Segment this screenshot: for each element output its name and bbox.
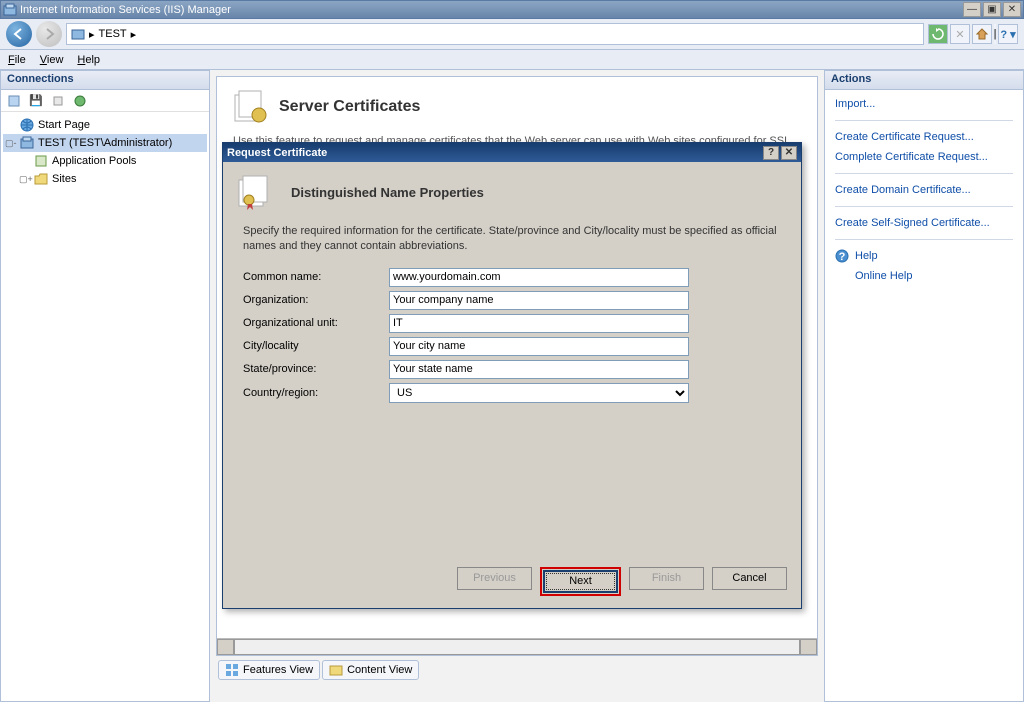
- features-view-icon: [225, 663, 239, 677]
- window-title: Internet Information Services (IIS) Mana…: [20, 4, 231, 16]
- horizontal-scrollbar[interactable]: [217, 638, 817, 655]
- divider: [835, 173, 1013, 174]
- tree-start-page[interactable]: Start Page: [3, 116, 207, 134]
- dialog-heading: Distinguished Name Properties: [291, 185, 484, 200]
- globe-icon: [19, 117, 35, 133]
- tree-label: Start Page: [38, 119, 90, 131]
- menu-view[interactable]: View: [40, 54, 64, 66]
- country-select[interactable]: US: [389, 383, 689, 403]
- divider: [835, 239, 1013, 240]
- app-pools-icon: [33, 153, 49, 169]
- refresh-button[interactable]: [928, 24, 948, 44]
- content-view-icon: [329, 663, 343, 677]
- tree-label: TEST (TEST\Administrator): [38, 137, 172, 149]
- action-complete-request[interactable]: Complete Certificate Request...: [835, 149, 1013, 165]
- tab-label: Features View: [243, 664, 313, 676]
- expand-icon[interactable]: ▢+: [19, 174, 30, 185]
- city-input[interactable]: [389, 337, 689, 356]
- tab-label: Content View: [347, 664, 412, 676]
- help-icon: ?: [835, 249, 849, 263]
- app-icon: [3, 3, 17, 17]
- dialog-description: Specify the required information for the…: [243, 224, 781, 254]
- browse-icon[interactable]: [71, 92, 89, 110]
- address-bar[interactable]: ▸ TEST ▸: [66, 23, 924, 45]
- save-icon[interactable]: 💾: [27, 92, 45, 110]
- features-view-tab[interactable]: Features View: [218, 660, 320, 680]
- action-online-help[interactable]: Online Help: [835, 268, 1013, 284]
- center-pane: Server Certificates Use this feature to …: [210, 70, 824, 702]
- certificate-doc-icon: [237, 174, 281, 210]
- scroll-right-button[interactable]: [800, 639, 817, 655]
- feature-page: Server Certificates Use this feature to …: [216, 76, 818, 656]
- page-title: Server Certificates: [279, 98, 420, 116]
- request-certificate-dialog: Request Certificate ? ✕ Distinguished Na…: [222, 142, 802, 609]
- close-button[interactable]: ✕: [1003, 2, 1021, 17]
- action-create-request[interactable]: Create Certificate Request...: [835, 129, 1013, 145]
- action-import[interactable]: Import...: [835, 96, 1013, 112]
- next-button[interactable]: Next: [543, 570, 618, 593]
- state-input[interactable]: [389, 360, 689, 379]
- dialog-help-button[interactable]: ?: [763, 146, 779, 160]
- divider: [835, 120, 1013, 121]
- connect-icon[interactable]: [5, 92, 23, 110]
- breadcrumb-item[interactable]: TEST: [99, 28, 127, 40]
- svg-text:?: ?: [839, 251, 846, 263]
- country-label: Country/region:: [243, 387, 389, 399]
- org-unit-input[interactable]: [389, 314, 689, 333]
- cancel-button[interactable]: Cancel: [712, 567, 787, 590]
- tree-sites[interactable]: ▢+ Sites: [17, 170, 207, 188]
- navigation-bar: ▸ TEST ▸ ✕ | ? ▾: [0, 19, 1024, 50]
- collapse-icon[interactable]: ▢-: [5, 138, 16, 149]
- next-button-highlight: Next: [540, 567, 621, 596]
- tree-server-node[interactable]: ▢- TEST (TEST\Administrator): [3, 134, 207, 152]
- server-icon: [71, 27, 85, 41]
- tree-label: Application Pools: [52, 155, 136, 167]
- city-label: City/locality: [243, 340, 389, 352]
- window-titlebar: Internet Information Services (IIS) Mana…: [0, 0, 1024, 19]
- server-icon: [19, 135, 35, 151]
- menu-help[interactable]: Help: [77, 54, 100, 66]
- connections-header: Connections: [1, 71, 209, 90]
- common-name-label: Common name:: [243, 271, 389, 283]
- dialog-titlebar: Request Certificate ? ✕: [223, 143, 801, 162]
- help-dropdown-button[interactable]: ? ▾: [998, 24, 1018, 44]
- finish-button: Finish: [629, 567, 704, 590]
- connections-tree: Start Page ▢- TEST (TEST\Administrator) …: [1, 112, 209, 701]
- organization-label: Organization:: [243, 294, 389, 306]
- folder-icon: [33, 171, 49, 187]
- content-view-tab[interactable]: Content View: [322, 660, 419, 680]
- org-unit-label: Organizational unit:: [243, 317, 389, 329]
- certificate-icon: [233, 89, 269, 125]
- home-button[interactable]: [972, 24, 992, 44]
- connections-panel: Connections 💾 Start Page ▢- TEST (TEST\A…: [0, 70, 210, 702]
- connections-toolbar: 💾: [1, 90, 209, 112]
- tree-app-pools[interactable]: Application Pools: [17, 152, 207, 170]
- divider: [835, 206, 1013, 207]
- actions-panel: Actions Import... Create Certificate Req…: [824, 70, 1024, 702]
- menu-file[interactable]: File: [8, 54, 26, 66]
- actions-header: Actions: [825, 71, 1023, 90]
- action-help[interactable]: Help: [855, 248, 878, 264]
- maximize-button[interactable]: ▣: [983, 2, 1001, 17]
- forward-button: [36, 21, 62, 47]
- action-create-domain[interactable]: Create Domain Certificate...: [835, 182, 1013, 198]
- breadcrumb-arrow[interactable]: ▸: [131, 28, 137, 41]
- action-create-selfsigned[interactable]: Create Self-Signed Certificate...: [835, 215, 1013, 231]
- common-name-input[interactable]: [389, 268, 689, 287]
- dialog-title: Request Certificate: [227, 147, 327, 159]
- refresh-conn-icon[interactable]: [49, 92, 67, 110]
- minimize-button[interactable]: —: [963, 2, 981, 17]
- stop-button: ✕: [950, 24, 970, 44]
- breadcrumb-arrow[interactable]: ▸: [89, 28, 95, 41]
- dialog-close-button[interactable]: ✕: [781, 146, 797, 160]
- tree-label: Sites: [52, 173, 76, 185]
- scroll-left-button[interactable]: [217, 639, 234, 655]
- state-label: State/province:: [243, 363, 389, 375]
- menu-bar: File View Help: [0, 50, 1024, 70]
- back-button[interactable]: [6, 21, 32, 47]
- view-tabs: Features View Content View: [216, 660, 818, 680]
- organization-input[interactable]: [389, 291, 689, 310]
- previous-button: Previous: [457, 567, 532, 590]
